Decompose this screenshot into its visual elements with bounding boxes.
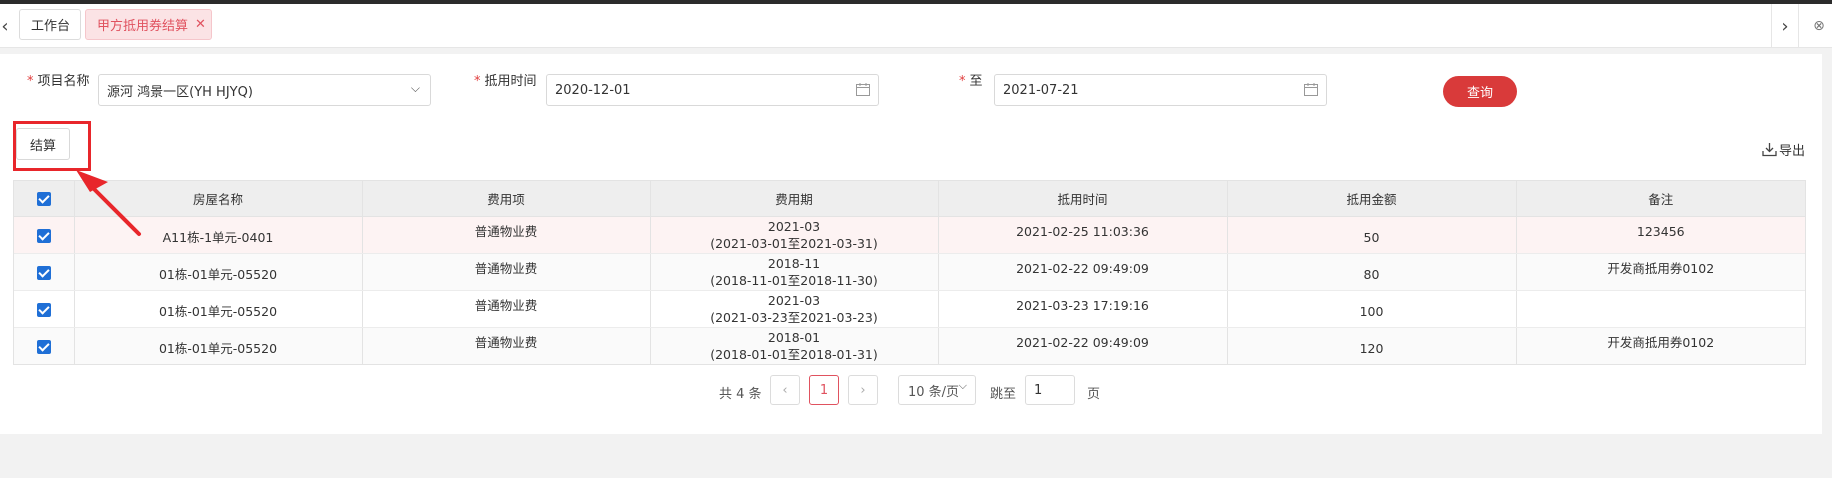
table-row[interactable]: 01栋-01单元-05520 普通物业费 2018-11 (2018-11-01至…: [14, 253, 1805, 291]
tabs-scroll-left-icon[interactable]: ‹: [0, 4, 18, 48]
cell-house: 01栋-01单元-05520: [74, 327, 363, 364]
end-date-field[interactable]: 2021-07-21: [994, 74, 1327, 106]
period-range: (2021-03-23至2021-03-23): [710, 309, 878, 325]
header-fee: 费用项: [362, 181, 651, 217]
cell-note: 开发商抵用券0102: [1516, 253, 1805, 291]
cell-period: 2018-01 (2018-01-01至2018-01-31): [650, 327, 939, 364]
cell-fee: 普通物业费: [362, 253, 651, 291]
project-select[interactable]: 源河 鸿景一区(YH HJYQ) ⌵: [98, 74, 431, 106]
to-label-text: 至: [969, 74, 983, 89]
cell-house: A11栋-1单元-0401: [74, 216, 363, 254]
end-date-value: 2021-07-21: [1003, 82, 1079, 98]
tab-bar: ‹ 工作台 甲方抵用券结算 ✕ › ⊗: [0, 4, 1832, 48]
cell-fee: 普通物业费: [362, 216, 651, 254]
tab-workbench[interactable]: 工作台: [19, 9, 81, 40]
row-checkbox[interactable]: [36, 265, 51, 280]
cell-period: 2021-03 (2021-03-01至2021-03-31): [650, 216, 939, 254]
period-range: (2018-11-01至2018-11-30): [710, 272, 878, 288]
header-house: 房屋名称: [74, 181, 363, 217]
main-panel: * 项目名称 源河 鸿景一区(YH HJYQ) ⌵ * 抵用时间 2020-12-0…: [0, 54, 1822, 434]
calendar-icon: [1304, 83, 1318, 96]
export-button[interactable]: 导出: [1762, 140, 1805, 159]
pagination: 共 4 条 ‹ 1 › 10 条/页 ⌵ 跳至 页: [0, 375, 1822, 407]
time-label: * 抵用时间: [474, 70, 537, 89]
header-note: 备注: [1516, 181, 1805, 217]
row-checkbox[interactable]: [36, 228, 51, 243]
cell-amount: 80: [1227, 253, 1517, 291]
required-mark: *: [959, 74, 966, 89]
close-all-tabs-icon[interactable]: ⊗: [1806, 4, 1832, 48]
period-month: 2021-03: [767, 218, 821, 234]
table-row[interactable]: 01栋-01单元-05520 普通物业费 2021-03 (2021-03-23至…: [14, 290, 1805, 328]
tabs-scroll-right-icon[interactable]: ›: [1771, 4, 1799, 48]
cell-time: 2021-02-22 09:49:09: [938, 253, 1228, 291]
table-row[interactable]: 01栋-01单元-05520 普通物业费 2018-01 (2018-01-01至…: [14, 327, 1805, 364]
header-period: 费用期: [650, 181, 939, 217]
period-range: (2021-03-01至2021-03-31): [710, 235, 878, 251]
jump-label: 跳至: [990, 387, 1017, 402]
cell-fee: 普通物业费: [362, 327, 651, 364]
tab-workbench-label: 工作台: [31, 19, 71, 34]
period-month: 2018-11: [767, 255, 821, 271]
cell-time: 2021-03-23 17:19:16: [938, 290, 1228, 328]
cell-amount: 50: [1227, 216, 1517, 254]
download-icon: [1762, 143, 1777, 157]
chevron-down-icon: ⌵: [410, 81, 420, 95]
cell-house: 01栋-01单元-05520: [74, 253, 363, 291]
query-button[interactable]: 查询: [1443, 76, 1517, 107]
header-amount: 抵用金额: [1227, 181, 1517, 217]
tab-settlement[interactable]: 甲方抵用券结算 ✕: [85, 9, 212, 40]
page-word-label: 页: [1087, 387, 1101, 402]
page-size-select[interactable]: 10 条/页 ⌵: [898, 375, 976, 405]
tab-close-icon[interactable]: ✕: [195, 17, 206, 32]
table-header-row: 房屋名称 费用项 费用期 抵用时间 抵用金额 备注: [14, 181, 1805, 217]
project-select-value: 源河 鸿景一区(YH HJYQ): [107, 84, 253, 100]
cell-time: 2021-02-25 11:03:36: [938, 216, 1228, 254]
period-month: 2018-01: [767, 329, 821, 345]
period-month: 2021-03: [767, 292, 821, 308]
cell-note: 开发商抵用券0102: [1516, 327, 1805, 364]
period-range: (2018-01-01至2018-01-31): [710, 346, 878, 362]
settlement-table: 房屋名称 费用项 费用期 抵用时间 抵用金额 备注 A11栋-1单元-0401 …: [13, 180, 1806, 365]
start-date-value: 2020-12-01: [555, 82, 631, 98]
cell-amount: 120: [1227, 327, 1517, 364]
prev-page-button[interactable]: ‹: [770, 375, 800, 405]
row-checkbox[interactable]: [36, 339, 51, 354]
cell-time: 2021-02-22 09:49:09: [938, 327, 1228, 364]
cell-note: [1516, 290, 1805, 328]
required-mark: *: [27, 74, 34, 89]
row-checkbox[interactable]: [36, 302, 51, 317]
cell-house: 01栋-01单元-05520: [74, 290, 363, 328]
cell-period: 2021-03 (2021-03-23至2021-03-23): [650, 290, 939, 328]
next-page-button[interactable]: ›: [848, 375, 878, 405]
project-label-text: 项目名称: [37, 74, 90, 89]
tab-settlement-label: 甲方抵用券结算: [97, 19, 189, 34]
cell-amount: 100: [1227, 290, 1517, 328]
start-date-field[interactable]: 2020-12-01: [546, 74, 879, 106]
chevron-down-icon: ⌵: [958, 379, 967, 392]
cell-note: 123456: [1516, 216, 1805, 254]
required-mark: *: [474, 74, 481, 89]
select-all-cell: [14, 181, 75, 217]
total-count: 共 4 条: [719, 387, 762, 402]
cell-fee: 普通物业费: [362, 290, 651, 328]
time-label-text: 抵用时间: [484, 74, 537, 89]
project-label: * 项目名称: [27, 70, 90, 89]
table-row[interactable]: A11栋-1单元-0401 普通物业费 2021-03 (2021-03-01至2…: [14, 216, 1805, 254]
to-label: * 至: [959, 70, 983, 89]
jump-page-input[interactable]: [1025, 375, 1075, 405]
settle-button[interactable]: 结算: [16, 128, 70, 160]
export-label: 导出: [1779, 144, 1806, 159]
select-all-checkbox[interactable]: [36, 192, 51, 206]
current-page-button[interactable]: 1: [809, 375, 839, 405]
calendar-icon: [856, 83, 870, 96]
cell-period: 2018-11 (2018-11-01至2018-11-30): [650, 253, 939, 291]
page-size-value: 10 条/页: [908, 384, 960, 400]
header-time: 抵用时间: [938, 181, 1228, 217]
